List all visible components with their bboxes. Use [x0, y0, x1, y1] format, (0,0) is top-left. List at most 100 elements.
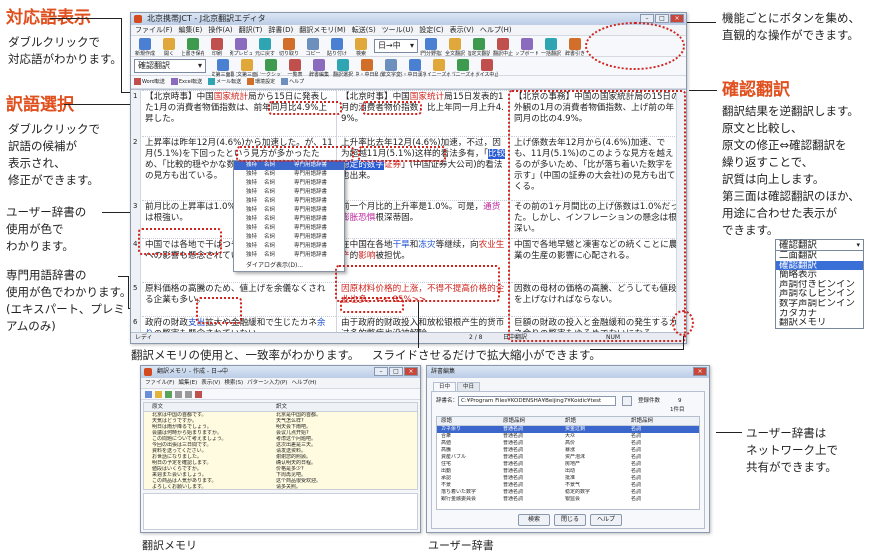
toolbar-button[interactable]: 全文翻訳 [444, 38, 466, 57]
menu-item[interactable]: ツール(U) [382, 25, 414, 35]
candidate-row[interactable]: 独特 名詞 専門用語辞書 [234, 251, 344, 260]
candidate-row[interactable]: 独特 名詞 専門用語辞書 [234, 170, 344, 179]
dict-row[interactable]: 落ち着いた数字 普通名詞 稳定的数字 名詞 [437, 489, 699, 496]
search-button[interactable]: 検索 [518, 514, 550, 526]
dict-row[interactable]: 銀行金融委員会 普通名詞 银监会 名詞 [437, 496, 699, 503]
mode-options[interactable]: 二面翻訳 確認翻訳 簡略表示 声調付きピンイン 声調なしピンイン 数字声調ピンイン カタカナ… [775, 251, 864, 329]
toolbar-button[interactable]: 日中・中日漢字変換 [404, 59, 426, 78]
candidate-row[interactable]: 独特 名詞 専門用語辞書 [234, 215, 344, 224]
toolbar-button[interactable]: 辞書引き [564, 38, 586, 57]
candidate-row[interactable]: 独特 名詞 専門用語辞書 [234, 179, 344, 188]
candidate-row[interactable]: 独特 名詞 専門用語辞書 [234, 224, 344, 233]
dict-row[interactable]: 合衆 普通名詞 大众 名詞 [437, 433, 699, 440]
dict-row[interactable]: 高騰 普通名詞 暴涨 名詞 [437, 447, 699, 454]
menu-item[interactable]: パターン入力(P) [247, 378, 287, 388]
dict-row[interactable]: 不景 普通名詞 不景气 名詞 [437, 482, 699, 489]
menu-item[interactable]: ヘルプ(H) [291, 378, 316, 388]
candidate-row[interactable]: 独特 名詞 専門用語辞書 [234, 161, 344, 170]
toolbar-button[interactable]: 検索 [350, 38, 372, 57]
candidate-row[interactable]: 独特 名詞 専門用語辞書 [234, 188, 344, 197]
toolbar-button[interactable]: 印刷 [206, 38, 228, 57]
toolbar-button[interactable]: 翻訳中止 [492, 38, 514, 57]
cut-icon[interactable] [175, 391, 182, 398]
new-icon[interactable] [145, 391, 152, 398]
toolbar-button[interactable]: ボイス中止 [476, 59, 498, 78]
dict-row[interactable]: 住宅 普通名詞 房地产 名詞 [437, 461, 699, 468]
candidate-row[interactable]: 独特 名詞 専門用語辞書 [234, 197, 344, 206]
menu-item[interactable]: 設定(C) [419, 25, 443, 35]
toolbar-button[interactable]: Word転送 [134, 78, 165, 85]
mode-option[interactable]: 二面翻訳 [776, 251, 863, 261]
toolbar-button[interactable]: 印刷プレビュー [230, 38, 252, 57]
toolbar-button[interactable]: 簡繁文字変換 [380, 59, 402, 78]
close-button[interactable]: × [404, 367, 418, 376]
chinese-segment[interactable]: 前一个月比的上升率是1.0%。可是，通货膨胀恐惧根深蒂固。 [341, 202, 506, 224]
menu-item[interactable]: 翻訳メモリ(M) [299, 25, 346, 35]
toolbar-button[interactable]: 日中・中日辞典 [356, 59, 378, 78]
dict-tab[interactable]: 中日 [457, 382, 481, 391]
toolbar-button[interactable]: 指定文第三面翻訳 [236, 59, 258, 78]
toolbar-button[interactable]: Excel転送 [170, 78, 202, 85]
dialog-link[interactable]: ダイアログ表示(D)... [246, 260, 303, 269]
save-icon[interactable] [165, 391, 172, 398]
close-button[interactable]: × [670, 14, 684, 23]
mode-option[interactable]: 声調なしピンイン [776, 289, 863, 299]
dict-tab[interactable]: 日中 [433, 382, 457, 391]
toolbar-button[interactable]: ワークシップ [260, 59, 282, 78]
toolbar-button[interactable]: 元に戻す [254, 38, 276, 57]
toolbar-button[interactable]: ジャパニーズボード [452, 59, 474, 78]
candidate-row[interactable]: 独特 名詞 専門用語辞書 [234, 233, 344, 242]
close-dialog-button[interactable]: 閉じる [554, 514, 586, 526]
toolbar-button[interactable]: メール転送 [208, 78, 241, 85]
toolbar-button[interactable]: 全文第三面翻訳 [212, 59, 234, 78]
menu-item[interactable]: 表示(V) [201, 378, 220, 388]
toolbar-button[interactable]: 専門分野指定 [420, 38, 442, 57]
chinese-segment[interactable]: 在中国在各地干旱和冻灾等继续，向农业生产的影响被担忧。 [341, 240, 506, 262]
mode-combo[interactable]: 確認翻訳 ▾ [134, 59, 206, 73]
toolbar-button[interactable]: 翻訳選択 [332, 59, 354, 78]
candidate-row[interactable]: 独特 名詞 専門用語辞書 [234, 242, 344, 251]
minimize-button[interactable]: – [374, 367, 388, 376]
close-button[interactable]: × [693, 367, 707, 376]
mode-option[interactable]: 確認翻訳 [776, 260, 863, 271]
direction-select[interactable]: 日→中 ▾ [374, 39, 418, 53]
menu-item[interactable]: 編集(E) [178, 378, 197, 388]
menu-item[interactable]: ファイル(F) [135, 25, 173, 35]
open-icon[interactable] [155, 391, 162, 398]
toolbar-button[interactable]: 新規作成 [134, 38, 156, 57]
menu-item[interactable]: 表示(V) [450, 25, 474, 35]
toolbar-button[interactable]: 貼り付け [326, 38, 348, 57]
dict-row[interactable]: 高値 普通名詞 高价 名詞 [437, 440, 699, 447]
mode-option[interactable]: 数字声調ピンイン [776, 299, 863, 309]
dict-row[interactable]: 承認 普通名詞 批准 名詞 [437, 475, 699, 482]
chinese-segment[interactable]: 由于政府的财政投入和放松银根产生的货币过多的弊病也没被解除。 [341, 318, 506, 333]
dict-row[interactable]: カネ余り 普通名詞 资金过剩 名詞 [437, 426, 699, 433]
menu-item[interactable]: 辞書(D) [268, 25, 293, 35]
mode-option[interactable]: 翻訳メモリ [776, 318, 863, 328]
dict-path-field[interactable]: C:¥Program Files¥KODENSHA¥Beijing7¥Koidi… [458, 396, 616, 406]
dict-row[interactable]: 資産バブル 普通名詞 资产泡沫 名詞 [437, 454, 699, 461]
candidate-row[interactable]: 独特 名詞 専門用語辞書 [234, 206, 344, 215]
toolbar-button[interactable]: 環境設定 [247, 78, 275, 85]
menu-item[interactable]: 転送(S) [352, 25, 376, 35]
memory-table[interactable]: 原文 訳文 北京は中国の首都です。 北京是中国的首都。 天気はどうですか。 天气怎么样… [143, 402, 418, 490]
toolbar-button[interactable]: クリップボード翻訳 [516, 38, 538, 57]
mode-option[interactable]: 声調付きピンイン [776, 280, 863, 290]
menu-item[interactable]: ヘルプ(H) [480, 25, 512, 35]
toolbar-button[interactable]: 一覧表 [284, 59, 306, 78]
toolbar-button[interactable]: 切り取り [278, 38, 300, 57]
toolbar-button[interactable]: コピー [302, 38, 324, 57]
toolbar-button[interactable]: 上書き保存 [182, 38, 204, 57]
toolbar-button[interactable]: ヘルプ [281, 78, 304, 85]
memory-row[interactable]: よろしくお願いします。 请多关照。 [144, 484, 417, 490]
maximize-button[interactable]: □ [389, 367, 403, 376]
translation-candidates-dropdown[interactable]: 独特 名詞 専門用語辞書 独特 名詞 専門用語辞書 独特 名詞 専門用語辞書 独特 名詞 専門用語辞書… [233, 160, 345, 272]
copy-icon[interactable] [185, 391, 192, 398]
toolbar-button[interactable]: 辞書編集 [308, 59, 330, 78]
menu-item[interactable]: 翻訳(T) [239, 25, 263, 35]
chevron-down-icon[interactable] [622, 396, 632, 406]
toolbar-button[interactable]: 開く [158, 38, 180, 57]
maximize-button[interactable]: □ [655, 14, 669, 23]
memory-detail-pane[interactable] [143, 493, 418, 530]
mode-select[interactable]: 確認翻訳 ▾ [775, 239, 864, 251]
